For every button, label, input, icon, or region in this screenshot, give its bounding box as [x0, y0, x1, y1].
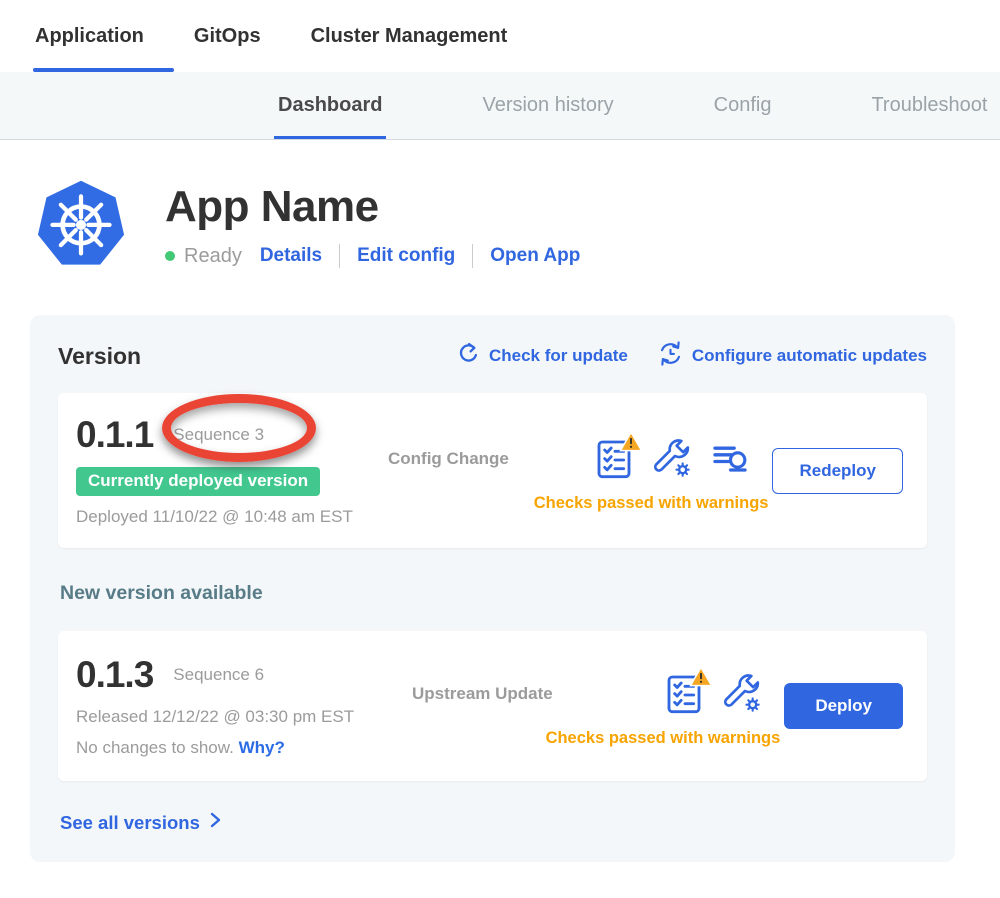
details-link[interactable]: Details	[260, 245, 322, 267]
app-header: App Name Ready Details Edit config Open …	[0, 178, 1000, 270]
divider	[339, 244, 340, 268]
current-version-number: 0.1.1	[76, 414, 153, 456]
preflight-checks-icon[interactable]	[664, 672, 704, 716]
deployed-timestamp: Deployed 11/10/22 @ 10:48 am EST	[76, 507, 388, 527]
tab-config[interactable]: Config	[714, 72, 772, 139]
configure-automatic-updates-link[interactable]: Configure automatic updates	[658, 341, 927, 371]
version-source-label: Config Change	[388, 449, 509, 469]
currently-deployed-badge: Currently deployed version	[76, 467, 320, 496]
ready-status-dot	[165, 251, 175, 261]
app-name: App Name	[165, 182, 580, 232]
available-version-sequence: Sequence 6	[173, 665, 264, 685]
primary-nav: Application GitOps Cluster Management	[0, 0, 1000, 72]
checks-status-link[interactable]: Checks passed with warnings	[412, 729, 784, 748]
auto-update-icon	[658, 341, 683, 371]
app-status-label: Ready	[184, 245, 242, 268]
see-all-versions-label: See all versions	[60, 812, 200, 834]
warning-triangle-icon	[619, 431, 643, 452]
tab-troubleshoot[interactable]: Troubleshoot	[871, 72, 987, 139]
preflight-checks-icon[interactable]	[594, 437, 634, 481]
why-link[interactable]: Why?	[239, 738, 285, 757]
tab-cluster-management[interactable]: Cluster Management	[311, 0, 508, 72]
new-version-heading: New version available	[60, 582, 927, 605]
tab-version-history[interactable]: Version history	[482, 72, 613, 139]
released-timestamp: Released 12/12/22 @ 03:30 pm EST	[76, 707, 412, 727]
see-all-versions-link[interactable]: See all versions	[60, 811, 927, 834]
chevron-right-icon	[207, 811, 223, 834]
version-panel-title: Version	[58, 343, 141, 370]
current-version-card: 0.1.1 Sequence 3 Currently deployed vers…	[58, 393, 927, 548]
divider	[472, 244, 473, 268]
check-for-update-label: Check for update	[489, 346, 628, 366]
version-source-label: Upstream Update	[412, 684, 553, 704]
diff-icon[interactable]	[710, 439, 750, 479]
refresh-icon	[457, 342, 480, 370]
tab-application[interactable]: Application	[35, 0, 144, 72]
edit-config-link[interactable]: Edit config	[357, 245, 455, 267]
config-wrench-icon[interactable]	[652, 439, 692, 479]
check-for-update-link[interactable]: Check for update	[457, 342, 628, 370]
open-app-link[interactable]: Open App	[490, 245, 580, 267]
configure-automatic-updates-label: Configure automatic updates	[692, 346, 927, 366]
available-version-number: 0.1.3	[76, 654, 153, 696]
no-changes-line: No changes to show. Why?	[76, 738, 412, 758]
tab-dashboard[interactable]: Dashboard	[278, 72, 382, 139]
version-panel: Version Check for update	[30, 315, 955, 862]
config-wrench-icon[interactable]	[722, 674, 762, 714]
tab-gitops[interactable]: GitOps	[194, 0, 261, 72]
kubernetes-logo-icon	[35, 178, 127, 270]
app-sub-nav: Dashboard Version history Config Trouble…	[0, 72, 1000, 140]
current-version-sequence: Sequence 3	[173, 425, 264, 445]
checks-status-link[interactable]: Checks passed with warnings	[388, 494, 772, 513]
redeploy-button[interactable]: Redeploy	[772, 448, 903, 494]
warning-triangle-icon	[689, 666, 713, 687]
no-changes-text: No changes to show.	[76, 738, 234, 757]
available-version-card: 0.1.3 Sequence 6 Released 12/12/22 @ 03:…	[58, 631, 927, 781]
deploy-button[interactable]: Deploy	[784, 683, 903, 729]
